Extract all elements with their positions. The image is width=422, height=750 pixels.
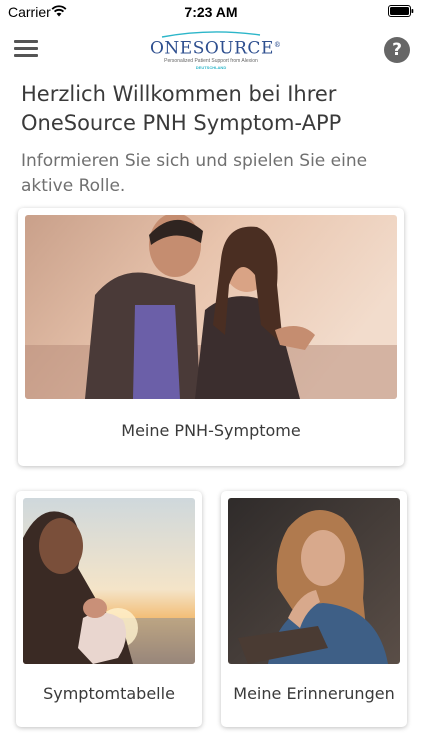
father-baby-sunset-photo (23, 498, 195, 664)
card-meine-pnh-symptome[interactable]: Meine PNH-Symptome (18, 208, 404, 466)
page-subtitle: Informieren Sie sich und spielen Sie ein… (21, 151, 368, 196)
logo-swoosh-icon (161, 31, 261, 38)
logo-country: DEUTSCHLAND (195, 64, 227, 70)
nav-bar: ONESOURCE® Personalized Patient Support … (0, 24, 422, 74)
status-bar: Carrier 7:23 AM (0, 0, 422, 24)
couple-photo (25, 215, 397, 399)
card-meine-erinnerungen[interactable]: Meine Erinnerungen (221, 491, 407, 727)
card-label: Meine Erinnerungen (233, 684, 395, 703)
card-symptomtabelle[interactable]: Symptomtabelle (16, 491, 202, 727)
help-icon[interactable]: ? (384, 37, 410, 63)
page-title: Herzlich Willkommen bei Ihrer OneSource … (21, 82, 342, 135)
logo-tagline: Personalized Patient Support from Alexio… (164, 57, 258, 64)
onesource-logo: ONESOURCE® Personalized Patient Support … (150, 30, 281, 70)
status-time: 7:23 AM (184, 4, 238, 20)
woman-reading-photo (228, 498, 400, 664)
hamburger-menu-icon[interactable] (14, 40, 38, 58)
battery-icon (388, 5, 414, 17)
logo-registered: ® (273, 41, 282, 49)
logo-name: ONESOURCE (150, 38, 274, 59)
card-label: Meine PNH-Symptome (121, 421, 301, 440)
card-label: Symptomtabelle (43, 684, 175, 703)
